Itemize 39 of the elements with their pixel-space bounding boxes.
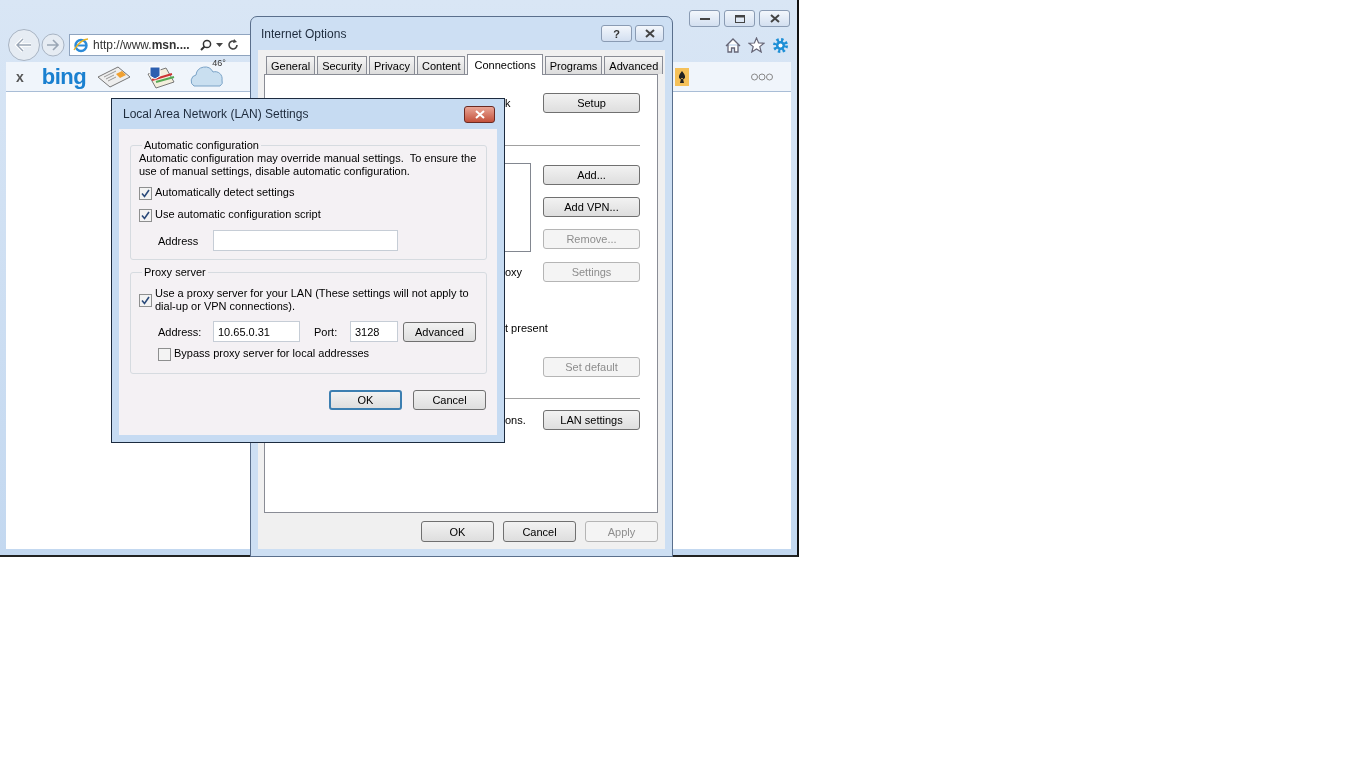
advanced-button[interactable]: Advanced [403, 321, 476, 342]
tab[interactable]: Connections [467, 54, 543, 75]
tab[interactable]: Programs [544, 56, 603, 74]
checkbox-label: Use a proxy server for your LAN (These settings will not apply to dial-up or VPN connections). [155, 287, 470, 313]
checkbox-label: Use automatic configuration script [155, 208, 321, 221]
temperature-text: 46° [212, 57, 226, 68]
label-text: t present [505, 322, 548, 334]
input-field[interactable]: 10.65.0.31 [213, 321, 300, 342]
label-text: ons. [505, 414, 526, 426]
close-button[interactable]: x [16, 68, 24, 85]
window-title: Internet Options [261, 26, 347, 41]
help-button[interactable]: ? [601, 25, 632, 42]
label-text: oxy [505, 266, 523, 278]
info-text: Automatic configuration may override manual settings. To ensure the use of manual settings, disable automatic configuration. [139, 152, 478, 178]
lan-settings-button[interactable]: LAN settings [543, 410, 640, 430]
field-label: Address: [158, 325, 203, 338]
button[interactable]: OK [421, 521, 494, 542]
search-logo[interactable]: bing [41, 65, 87, 88]
group-title: Automatic configuration [143, 139, 260, 151]
checkbox-label: Automatically detect settings [155, 186, 295, 199]
field-label: Address [158, 234, 200, 247]
label-text: k [505, 97, 511, 109]
checkbox-label: Bypass proxy server for local addresses [174, 347, 370, 360]
button[interactable]: Cancel [413, 390, 486, 410]
tab[interactable]: Security [317, 56, 367, 74]
button[interactable]: Add VPN... [543, 197, 640, 217]
address-text: http://www.msn.... [93, 38, 190, 52]
group-title: Proxy server [143, 266, 207, 278]
button[interactable]: Cancel [503, 521, 576, 542]
setup-button[interactable]: Setup [543, 93, 640, 113]
tab[interactable]: Privacy [368, 56, 415, 74]
field-label: Port: [314, 325, 339, 338]
dialog-title: Local Area Network (LAN) Settings [123, 107, 309, 121]
tab[interactable]: General [266, 56, 316, 74]
tab[interactable]: Advanced [604, 56, 664, 74]
input-field[interactable]: 3128 [350, 321, 398, 342]
button[interactable]: Add... [543, 165, 640, 185]
tab[interactable]: Content [416, 56, 466, 74]
button[interactable]: OK [329, 390, 402, 410]
